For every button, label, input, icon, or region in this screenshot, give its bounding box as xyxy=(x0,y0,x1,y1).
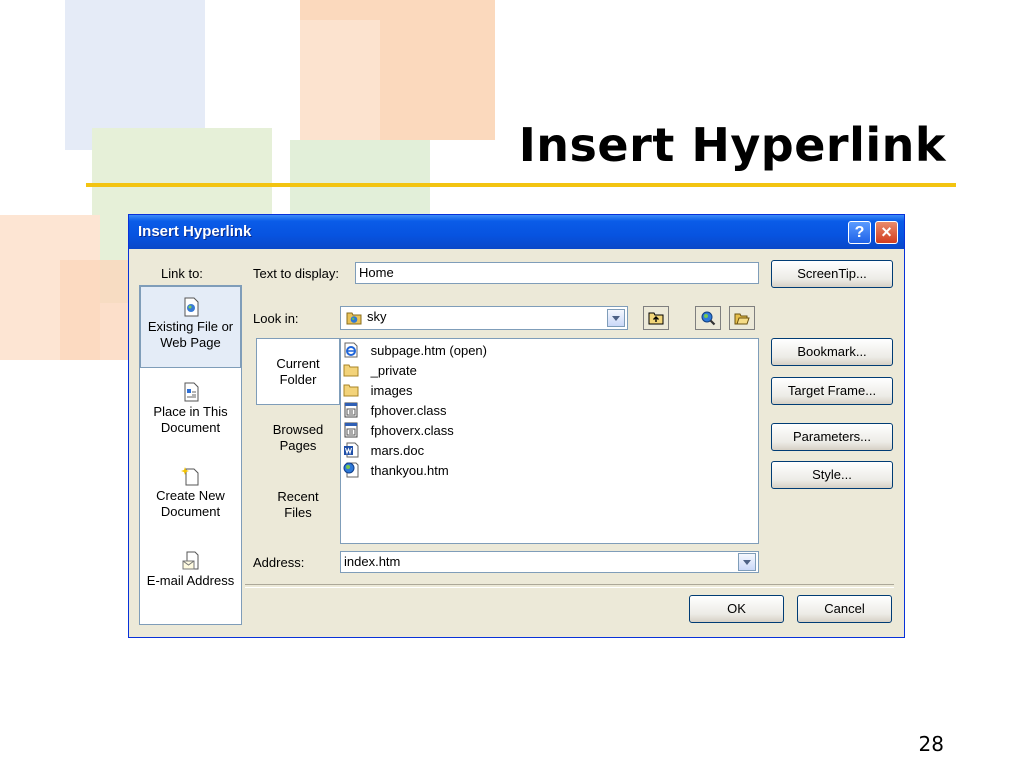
link-existing-file[interactable]: Existing File or Web Page xyxy=(140,286,241,368)
file-item[interactable]: mars.doc xyxy=(343,441,424,461)
close-button[interactable]: × xyxy=(875,221,898,244)
ok-button[interactable]: OK xyxy=(689,595,784,623)
address-value: index.htm xyxy=(344,554,401,569)
file-name: fphoverx.class xyxy=(370,423,454,438)
link-existing-file-line1: Existing File or xyxy=(147,319,234,334)
place-recent-line2: Files xyxy=(284,505,312,520)
text-to-display-label: Text to display: xyxy=(253,266,339,281)
class-file-icon xyxy=(344,422,358,438)
ie-page-icon xyxy=(344,342,358,358)
link-create-line2: Document xyxy=(160,504,221,519)
file-item[interactable]: thankyou.htm xyxy=(343,461,449,481)
link-to-bar: Existing File or Web Page Place in This … xyxy=(139,285,242,625)
word-doc-icon xyxy=(344,442,359,458)
file-name: subpage.htm (open) xyxy=(370,343,487,358)
dialog-title: Insert Hyperlink xyxy=(138,223,252,240)
place-browsed-line2: Pages xyxy=(279,438,317,453)
place-recent-line1: Recent xyxy=(277,489,319,504)
file-item[interactable]: images xyxy=(343,381,413,401)
link-place-in-document[interactable]: Place in This Document xyxy=(140,372,241,454)
style-button[interactable]: Style... xyxy=(771,461,893,489)
text-to-display-input[interactable]: Home xyxy=(355,262,759,284)
browse-file-button[interactable] xyxy=(729,306,755,330)
place-current-line2: Folder xyxy=(279,372,317,387)
up-one-folder-button[interactable] xyxy=(643,306,669,330)
file-name: mars.doc xyxy=(370,443,425,458)
class-file-icon xyxy=(344,402,358,418)
place-in-document-icon xyxy=(184,382,198,402)
existing-file-icon xyxy=(184,297,198,317)
link-create-new-document[interactable]: Create New Document xyxy=(140,456,241,538)
button-separator xyxy=(245,584,894,588)
slide-title: Insert Hyperlink xyxy=(518,118,946,172)
link-email-line1: E-mail Address xyxy=(146,573,235,588)
folder-web-icon xyxy=(346,312,362,325)
link-to-label: Link to: xyxy=(161,266,203,281)
places-bar: Current Folder Browsed Pages Recent File… xyxy=(256,338,340,544)
folder-icon xyxy=(343,384,359,397)
email-icon xyxy=(182,551,198,570)
link-email-address[interactable]: E-mail Address xyxy=(140,541,241,623)
screentip-button[interactable]: ScreenTip... xyxy=(771,260,893,288)
up-folder-icon xyxy=(648,312,664,325)
place-current-line1: Current xyxy=(276,356,320,371)
address-combobox[interactable]: index.htm xyxy=(340,551,759,573)
title-underline xyxy=(86,183,956,187)
cancel-button[interactable]: Cancel xyxy=(797,595,892,623)
file-name: thankyou.htm xyxy=(370,463,449,478)
look-in-dropdown[interactable]: sky xyxy=(340,306,628,330)
file-name: images xyxy=(370,383,413,398)
new-document-icon xyxy=(180,467,198,486)
place-browsed-pages[interactable]: Browsed Pages xyxy=(256,405,340,472)
link-place-line1: Place in This xyxy=(153,404,228,419)
parameters-button[interactable]: Parameters... xyxy=(771,423,893,451)
help-button[interactable]: ? xyxy=(848,221,871,244)
file-name: fphover.class xyxy=(370,403,447,418)
place-current-folder[interactable]: Current Folder xyxy=(256,338,340,405)
dialog-titlebar[interactable]: Insert Hyperlink ? × xyxy=(129,215,904,249)
address-dropdown-arrow[interactable] xyxy=(738,553,756,571)
file-name: _private xyxy=(370,363,417,378)
open-folder-icon xyxy=(734,313,750,325)
file-item[interactable]: subpage.htm (open) xyxy=(343,341,487,361)
file-item[interactable]: fphover.class xyxy=(343,401,447,421)
place-browsed-line1: Browsed xyxy=(272,422,324,437)
file-list[interactable]: subpage.htm (open) _private images fphov… xyxy=(340,338,759,544)
place-recent-files[interactable]: Recent Files xyxy=(256,472,340,539)
folder-icon xyxy=(343,364,359,377)
insert-hyperlink-dialog: Insert Hyperlink ? × Link to: Existing F… xyxy=(128,214,905,638)
browse-web-icon xyxy=(701,311,716,326)
address-label: Address: xyxy=(253,555,305,570)
link-place-line2: Document xyxy=(160,420,221,435)
target-frame-button[interactable]: Target Frame... xyxy=(771,377,893,405)
web-page-icon xyxy=(343,462,359,478)
link-create-line1: Create New xyxy=(156,488,225,503)
page-number: 28 xyxy=(918,732,944,756)
file-item[interactable]: _private xyxy=(343,361,417,381)
look-in-dropdown-arrow[interactable] xyxy=(607,309,625,327)
link-existing-file-line2: Web Page xyxy=(160,335,221,350)
look-in-value: sky xyxy=(367,309,387,324)
browse-web-button[interactable] xyxy=(695,306,721,330)
bookmark-button[interactable]: Bookmark... xyxy=(771,338,893,366)
look-in-label: Look in: xyxy=(253,311,299,326)
file-item[interactable]: fphoverx.class xyxy=(343,421,454,441)
